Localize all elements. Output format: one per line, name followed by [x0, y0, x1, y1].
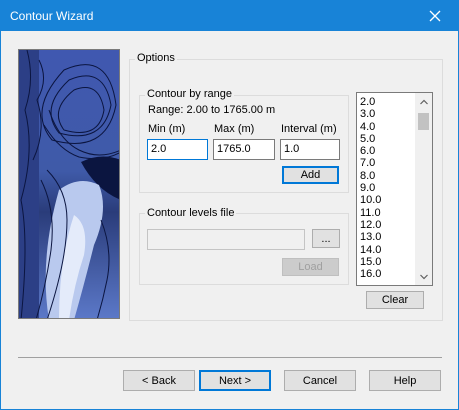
- browse-button[interactable]: ...: [312, 229, 340, 248]
- max-input[interactable]: 1765.0: [213, 139, 275, 160]
- min-label: Min (m): [148, 123, 186, 135]
- list-item[interactable]: 9.0: [360, 182, 416, 194]
- list-item[interactable]: 2.0: [360, 96, 416, 108]
- list-item[interactable]: 7.0: [360, 157, 416, 169]
- chevron-up-icon: [419, 99, 428, 104]
- load-button[interactable]: Load: [282, 258, 339, 276]
- interval-input[interactable]: 1.0: [280, 139, 340, 160]
- range-text: Range: 2.00 to 1765.00 m: [148, 104, 276, 116]
- list-item[interactable]: 4.0: [360, 121, 416, 133]
- cancel-button[interactable]: Cancel: [284, 370, 356, 391]
- scroll-up-button[interactable]: [415, 93, 432, 110]
- scroll-down-button[interactable]: [415, 268, 432, 285]
- contour-levels-list[interactable]: 2.0 3.0 4.0 5.0 6.0 7.0 8.0 9.0 10.0 11.0 12.0 13.0…: [356, 92, 433, 286]
- list-item[interactable]: 3.0: [360, 108, 416, 120]
- help-button[interactable]: Help: [369, 370, 441, 391]
- list-item[interactable]: 14.0: [360, 244, 416, 256]
- list-item[interactable]: 15.0: [360, 256, 416, 268]
- list-item[interactable]: 5.0: [360, 133, 416, 145]
- footer-separator: [18, 357, 442, 358]
- list-item[interactable]: 10.0: [360, 194, 416, 206]
- options-label: Options: [135, 52, 177, 64]
- add-button[interactable]: Add: [282, 166, 339, 184]
- close-button[interactable]: [412, 1, 458, 31]
- contour-wizard-window: Contour Wizard Options Contour by range …: [0, 0, 459, 410]
- chevron-down-icon: [419, 274, 428, 279]
- file-path-input[interactable]: [147, 229, 305, 250]
- contour-levels-file-label: Contour levels file: [145, 207, 237, 219]
- next-button[interactable]: Next >: [199, 370, 271, 391]
- list-item[interactable]: 16.0: [360, 268, 416, 280]
- title-bar: Contour Wizard: [1, 1, 458, 31]
- interval-label: Interval (m): [281, 123, 337, 135]
- max-label: Max (m): [214, 123, 255, 135]
- contour-by-range-label: Contour by range: [145, 88, 234, 100]
- close-icon: [429, 10, 441, 22]
- terrain-preview-image: [18, 49, 120, 319]
- list-item[interactable]: 12.0: [360, 219, 416, 231]
- list-scrollbar[interactable]: [415, 93, 432, 285]
- scroll-thumb[interactable]: [418, 113, 429, 130]
- back-button[interactable]: < Back: [123, 370, 195, 391]
- list-item[interactable]: 8.0: [360, 170, 416, 182]
- list-item[interactable]: 11.0: [360, 207, 416, 219]
- clear-button[interactable]: Clear: [366, 291, 424, 309]
- min-input[interactable]: 2.0: [147, 139, 208, 160]
- list-item[interactable]: 13.0: [360, 231, 416, 243]
- window-title: Contour Wizard: [10, 9, 94, 23]
- contour-levels-items: 2.0 3.0 4.0 5.0 6.0 7.0 8.0 9.0 10.0 11.0 12.0 13.0…: [360, 96, 416, 280]
- list-item[interactable]: 6.0: [360, 145, 416, 157]
